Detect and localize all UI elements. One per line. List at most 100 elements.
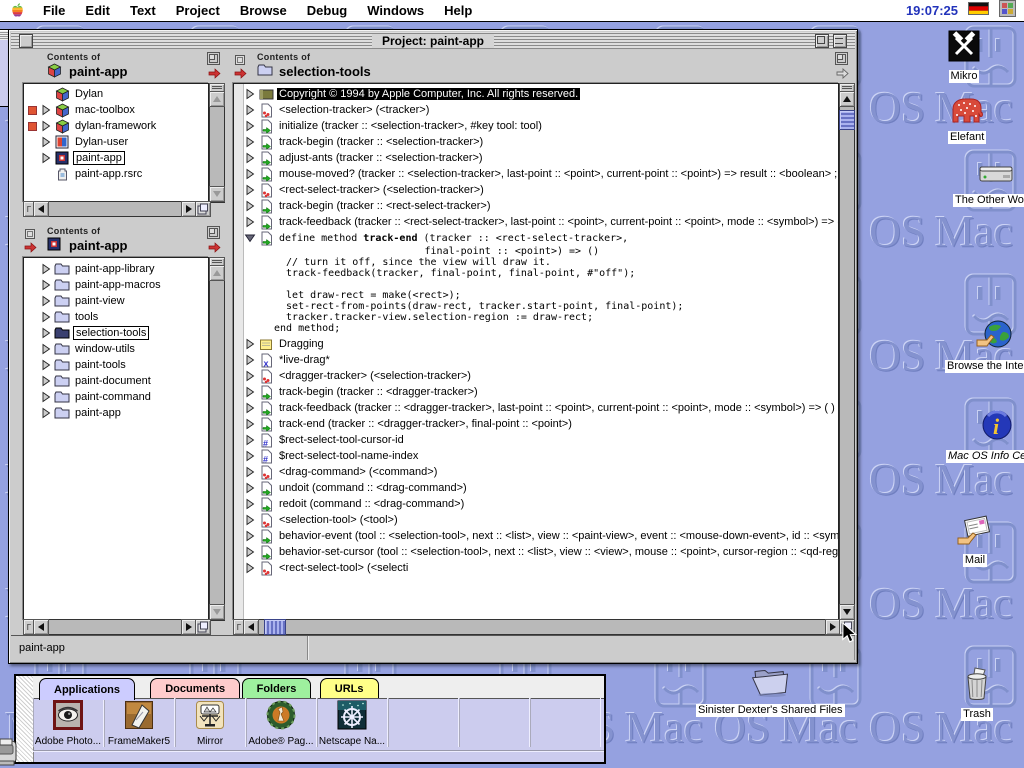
browse-back-arrow[interactable] [234, 66, 247, 84]
browser-row[interactable]: track-feedback (tracker :: <dragger-trac… [244, 400, 838, 416]
tree-item-dylan-framework[interactable]: dylan-framework [24, 118, 209, 134]
framemaker-icon [124, 700, 154, 735]
browser-row[interactable]: #$rect-select-tool-cursor-id [244, 432, 838, 448]
launcher-item-photoshop[interactable]: Adobe Photo... [33, 698, 104, 747]
launcher-tab-documents[interactable]: Documents [150, 678, 240, 698]
desktop-icon-open-folder[interactable]: Sinister Dexter's Shared Files [696, 662, 845, 717]
tree-item-paint-app[interactable]: paint-app [24, 150, 209, 166]
desktop-icon-globe[interactable]: Browse the Internet [945, 318, 1024, 373]
vertical-scrollbar[interactable] [209, 257, 225, 621]
horizontal-scrollbar[interactable]: Γ [23, 619, 197, 635]
menu-help[interactable]: Help [434, 3, 482, 18]
menu-file[interactable]: File [33, 3, 75, 18]
scroll-thumb[interactable] [839, 110, 855, 130]
horizontal-scrollbar[interactable]: Γ [23, 201, 197, 217]
launcher-tab-urls[interactable]: URLs [320, 678, 379, 698]
tree-item-paint-document[interactable]: paint-document [24, 373, 209, 389]
browser-row[interactable]: track-begin (tracker :: <rect-select-tra… [244, 198, 838, 214]
tree-item-window-utils[interactable]: window-utils [24, 341, 209, 357]
browser-row[interactable]: <dragger-tracker> (<selection-tracker>) [244, 368, 838, 384]
launcher-item-framemaker[interactable]: FrameMaker5 [104, 698, 175, 747]
browser-row[interactable]: <rect-select-tool> (<selecti [244, 560, 838, 576]
title-bar[interactable]: Project: paint-app [11, 32, 855, 49]
browser-row[interactable]: behavior-event (tool :: <selection-tool>… [244, 528, 838, 544]
desktop-icon-hammers[interactable]: Mikro [946, 28, 982, 83]
tree-item-Dylan[interactable]: Dylan [24, 86, 209, 102]
tree-item-paint-app-library[interactable]: paint-app-library [24, 261, 209, 277]
desktop-icon-mail[interactable]: Mail [956, 514, 994, 567]
browser-row[interactable]: <drag-command> (<command>) [244, 464, 838, 480]
browse-forward-arrow[interactable] [836, 66, 849, 84]
pane-resize-button[interactable] [195, 201, 211, 217]
tree-item-tools[interactable]: tools [24, 309, 209, 325]
vertical-scrollbar[interactable] [839, 83, 855, 621]
scroll-down-button[interactable] [839, 604, 855, 620]
browser-row-label: $rect-select-tool-cursor-id [277, 434, 406, 446]
scroll-up-button[interactable] [209, 91, 225, 107]
menu-debug[interactable]: Debug [297, 3, 357, 18]
desktop-icon-elephant[interactable]: Elefant [948, 95, 986, 144]
german-flag-icon[interactable] [968, 2, 989, 20]
scroll-down-button[interactable] [209, 604, 225, 620]
browse-back-arrow[interactable] [24, 240, 37, 258]
tree-item-paint-tools[interactable]: paint-tools [24, 357, 209, 373]
browser-row[interactable]: Copyright © 1994 by Apple Computer, Inc.… [244, 86, 838, 102]
browser-row[interactable]: <selection-tracker> (<tracker>) [244, 102, 838, 118]
desktop-icon-drive[interactable]: The Other World [953, 158, 1024, 207]
desktop-icon-trash[interactable]: Trash [959, 666, 995, 721]
browse-forward-arrow[interactable] [208, 240, 221, 258]
browser-row[interactable]: initialize (tracker :: <selection-tracke… [244, 118, 838, 134]
tree-item-mac-toolbox[interactable]: mac-toolbox [24, 102, 209, 118]
browse-forward-arrow[interactable] [208, 66, 221, 84]
browser-row-expanded[interactable]: define method track-end (tracker :: <rec… [244, 230, 838, 246]
browser-row[interactable]: track-begin (tracker :: <selection-track… [244, 134, 838, 150]
tree-item-selection-tools[interactable]: selection-tools [24, 325, 209, 341]
scroll-down-button[interactable] [209, 186, 225, 202]
scroll-left-button[interactable] [33, 201, 49, 217]
browser-row[interactable]: adjust-ants (tracker :: <selection-track… [244, 150, 838, 166]
menu-browse[interactable]: Browse [230, 3, 297, 18]
tree-item-paint-app[interactable]: paint-app [24, 405, 209, 421]
browser-row[interactable]: Dragging [244, 336, 838, 352]
scroll-left-button[interactable] [33, 619, 49, 635]
browser-row[interactable]: undoit (command :: <drag-command>) [244, 480, 838, 496]
browser-row[interactable]: track-begin (tracker :: <dragger-tracker… [244, 384, 838, 400]
vertical-scrollbar[interactable] [209, 83, 225, 203]
tree-item-paint-view[interactable]: paint-view [24, 293, 209, 309]
browser-row[interactable]: <selection-tool> (<tool>) [244, 512, 838, 528]
scroll-thumb[interactable] [264, 619, 286, 635]
scroll-left-button[interactable] [243, 619, 259, 635]
menu-text[interactable]: Text [120, 3, 166, 18]
tree-item-paint-app.rsrc[interactable]: paint-app.rsrc [24, 166, 209, 182]
scroll-up-button[interactable] [209, 265, 225, 281]
desktop-icon-info[interactable]: iMac OS Info Center [946, 408, 1024, 463]
browser-row[interactable]: #$rect-select-tool-name-index [244, 448, 838, 464]
application-switcher-icon[interactable] [999, 0, 1016, 22]
apple-menu-icon[interactable] [0, 2, 33, 19]
printer-icon[interactable] [0, 737, 18, 768]
scroll-up-button[interactable] [839, 91, 855, 107]
browser-row[interactable]: redoit (command :: <drag-command>) [244, 496, 838, 512]
launcher-tab-applications[interactable]: Applications [39, 678, 135, 700]
menu-project[interactable]: Project [166, 3, 230, 18]
launcher-item-pagemill[interactable]: Adobe® Pag... [246, 698, 317, 747]
collapse-box[interactable] [833, 34, 847, 48]
browser-row[interactable]: mouse-moved? (tracker :: <selection-trac… [244, 166, 838, 182]
browser-row[interactable]: track-end (tracker :: <dragger-tracker>,… [244, 416, 838, 432]
horizontal-scrollbar[interactable]: Γ [233, 619, 841, 635]
pane-resize-button[interactable] [195, 619, 211, 635]
launcher-drag-strip[interactable] [16, 676, 34, 762]
tree-item-paint-app-macros[interactable]: paint-app-macros [24, 277, 209, 293]
tree-item-Dylan-user[interactable]: Dylan-user [24, 134, 209, 150]
menu-windows[interactable]: Windows [357, 3, 434, 18]
browser-row[interactable]: track-feedback (tracker :: <rect-select-… [244, 214, 838, 230]
launcher-item-mirror[interactable]: Mirror [175, 698, 246, 747]
browser-row[interactable]: behavior-set-cursor (tool :: <selection-… [244, 544, 838, 560]
launcher-tab-folders[interactable]: Folders [242, 678, 312, 698]
browser-row[interactable]: x*live-drag* [244, 352, 838, 368]
menu-edit[interactable]: Edit [75, 3, 120, 18]
tree-item-paint-command[interactable]: paint-command [24, 389, 209, 405]
launcher-item-netscape[interactable]: Netscape Na... [317, 698, 388, 747]
zoom-box[interactable] [815, 34, 829, 48]
browser-row[interactable]: <rect-select-tracker> (<selection-tracke… [244, 182, 838, 198]
